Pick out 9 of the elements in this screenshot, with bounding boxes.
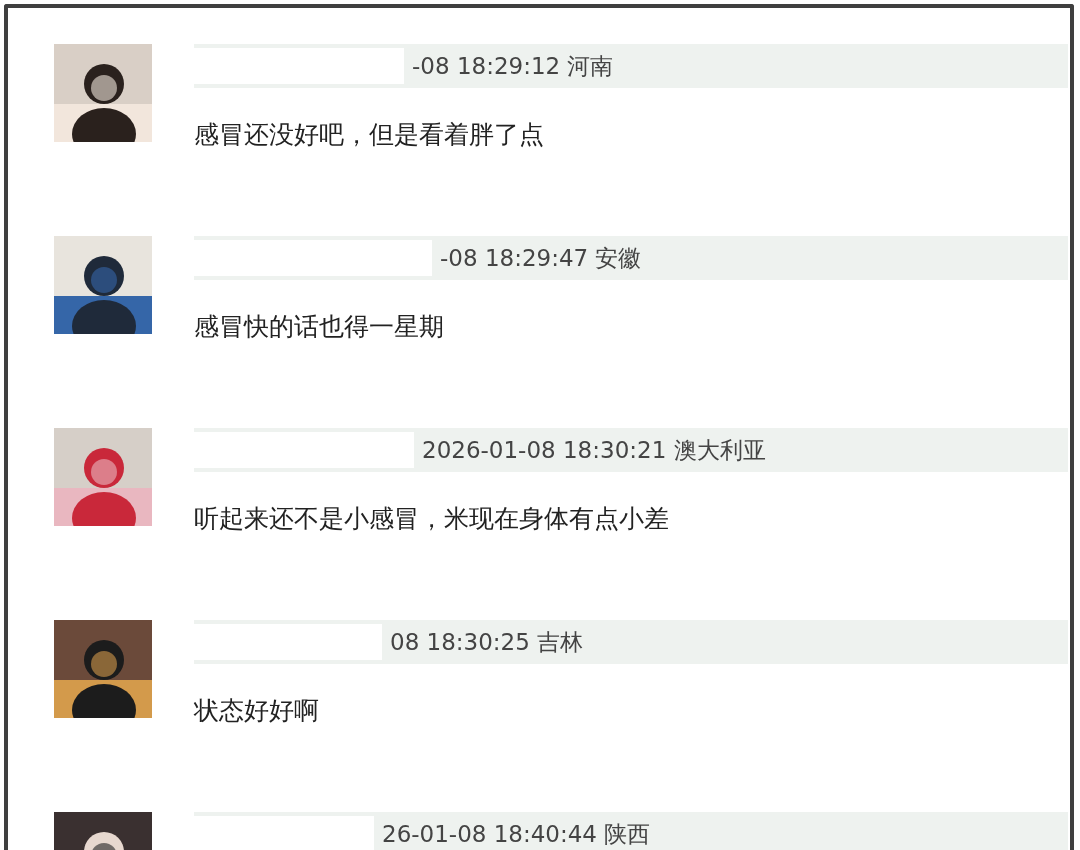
comment-meta: 08 18:30:25 吉林	[390, 627, 584, 657]
comment-meta: 2026-01-08 18:30:21 澳大利亚	[422, 435, 766, 465]
comment-text: 听起来还不是小感冒，米现在身体有点小差	[194, 503, 670, 535]
comment-meta: -08 18:29:12 河南	[412, 51, 614, 81]
comment-text: 状态好好啊	[194, 695, 320, 727]
comment-meta: 26-01-08 18:40:44 陕西	[382, 819, 651, 849]
comment-meta: -08 18:29:47 安徽	[440, 243, 642, 273]
comment-text: 感冒快的话也得一星期	[194, 311, 445, 343]
comment-text: 感冒还没好吧，但是看着胖了点	[194, 119, 545, 151]
